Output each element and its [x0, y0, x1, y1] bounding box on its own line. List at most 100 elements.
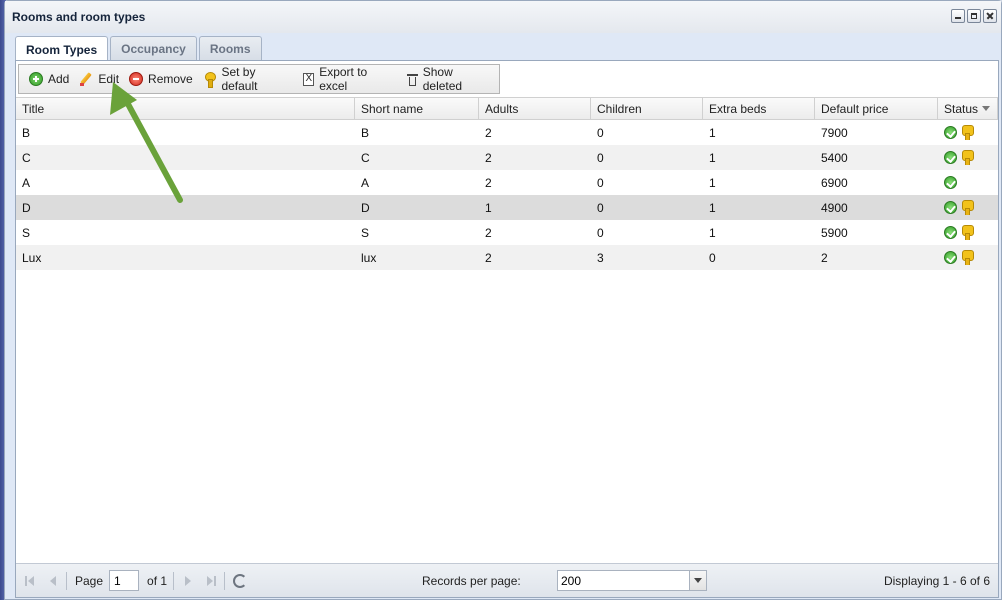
tab-rooms[interactable]: Rooms [198, 36, 262, 61]
first-page-icon[interactable] [22, 573, 38, 589]
edit-label: Edit [98, 72, 120, 86]
chevron-down-icon[interactable] [689, 571, 706, 590]
column-header-status[interactable]: Status [938, 98, 998, 119]
show-deleted-button[interactable]: Show deleted [402, 65, 499, 93]
column-header-default-price[interactable]: Default price [815, 98, 938, 119]
room-types-panel: Add Edit Remove Set by default Export to… [15, 60, 999, 598]
cell-extra-beds: 1 [709, 200, 716, 215]
edit-button[interactable]: Edit [74, 68, 124, 90]
window-titlebar[interactable]: Rooms and room types [5, 1, 1001, 33]
cell-adults: 2 [485, 125, 492, 140]
paging-toolbar: Page of 1 Records per page: 200 Displayi… [16, 563, 998, 597]
room-types-grid: Title Short name Adults Children Extra b… [16, 97, 998, 270]
cell-title: B [22, 125, 31, 140]
cell-children: 0 [597, 125, 604, 140]
close-icon[interactable] [983, 9, 997, 23]
default-key-icon [961, 125, 974, 140]
column-header-adults[interactable]: Adults [479, 98, 591, 119]
refresh-icon[interactable] [233, 573, 248, 588]
cell-default-price: 5900 [821, 225, 848, 240]
column-header-title[interactable]: Title [16, 98, 355, 119]
previous-page-icon[interactable] [44, 573, 60, 589]
trash-icon [406, 73, 418, 86]
grid-header: Title Short name Adults Children Extra b… [16, 97, 998, 120]
cell-short-name: C [361, 150, 370, 165]
window-title: Rooms and room types [12, 10, 146, 24]
table-row[interactable]: D D 1 0 1 4900 [16, 195, 998, 220]
active-check-icon [944, 126, 957, 139]
cell-adults: 2 [485, 250, 492, 265]
add-icon [29, 72, 43, 86]
pager-separator [224, 571, 226, 590]
cell-children: 0 [597, 150, 604, 165]
default-key-icon [961, 225, 974, 240]
tab-occupancy[interactable]: Occupancy [110, 36, 197, 61]
next-page-icon[interactable] [180, 573, 196, 589]
show-deleted-label: Show deleted [422, 65, 463, 93]
default-key-icon [961, 150, 974, 165]
cell-adults: 2 [485, 225, 492, 240]
tab-strip: Room Types Occupancy Rooms [15, 36, 262, 62]
cell-default-price: 2 [821, 250, 828, 265]
cell-status [938, 200, 998, 215]
pager-separator [66, 571, 67, 590]
cell-status [938, 225, 998, 240]
export-excel-button[interactable]: Export to excel [298, 65, 402, 93]
cell-extra-beds: 1 [709, 150, 716, 165]
pencil-icon [79, 72, 93, 86]
cell-children: 0 [597, 175, 604, 190]
window-tools [951, 9, 997, 23]
cell-status [938, 150, 998, 165]
cell-extra-beds: 1 [709, 225, 716, 240]
minimize-icon[interactable] [951, 9, 965, 23]
active-check-icon [944, 176, 957, 189]
cell-default-price: 6900 [821, 175, 848, 190]
cell-children: 3 [597, 250, 604, 265]
table-row[interactable]: S S 2 0 1 5900 [16, 220, 998, 245]
table-row[interactable]: B B 2 0 1 7900 [16, 120, 998, 145]
cell-default-price: 7900 [821, 125, 848, 140]
page-number-input[interactable] [109, 570, 140, 591]
rooms-window: Rooms and room types Room Types Occupanc… [4, 0, 1002, 600]
table-row[interactable]: Lux lux 2 3 0 2 [16, 245, 998, 270]
default-key-icon [961, 200, 974, 215]
table-row[interactable]: C C 2 0 1 5400 [16, 145, 998, 170]
cell-short-name: D [361, 200, 370, 215]
remove-button[interactable]: Remove [124, 68, 198, 90]
column-header-short-name[interactable]: Short name [355, 98, 479, 119]
cell-status [938, 125, 998, 140]
cell-title: A [22, 175, 31, 190]
page-count-label: of 1 [147, 573, 168, 588]
cell-title: Lux [22, 250, 42, 265]
cell-title: C [22, 150, 31, 165]
cell-short-name: lux [361, 250, 377, 265]
column-header-status-label: Status [944, 101, 979, 116]
maximize-icon[interactable] [967, 9, 981, 23]
column-header-children[interactable]: Children [591, 98, 703, 119]
default-key-icon [961, 250, 974, 265]
last-page-icon[interactable] [202, 573, 218, 589]
cell-extra-beds: 0 [709, 250, 716, 265]
cell-status [938, 250, 998, 265]
cell-short-name: A [361, 175, 370, 190]
cell-short-name: S [361, 225, 370, 240]
cell-children: 0 [597, 200, 604, 215]
tab-room-types[interactable]: Room Types [15, 36, 109, 62]
add-button[interactable]: Add [24, 68, 74, 90]
set-default-button[interactable]: Set by default [198, 65, 299, 93]
export-label: Export to excel [319, 65, 368, 93]
set-default-label: Set by default [221, 65, 258, 93]
column-header-extra-beds[interactable]: Extra beds [703, 98, 815, 119]
cell-status [938, 176, 998, 189]
excel-icon [303, 72, 315, 86]
cell-extra-beds: 1 [709, 175, 716, 190]
display-info: Displaying 1 - 6 of 6 [883, 574, 990, 588]
cell-title: D [22, 200, 31, 215]
cell-default-price: 5400 [821, 150, 848, 165]
active-check-icon [944, 151, 957, 164]
records-per-page-select[interactable]: 200 [557, 570, 707, 591]
add-label: Add [48, 72, 70, 86]
table-row[interactable]: A A 2 0 1 6900 [16, 170, 998, 195]
remove-icon [129, 72, 144, 86]
records-per-page-value: 200 [561, 573, 582, 588]
